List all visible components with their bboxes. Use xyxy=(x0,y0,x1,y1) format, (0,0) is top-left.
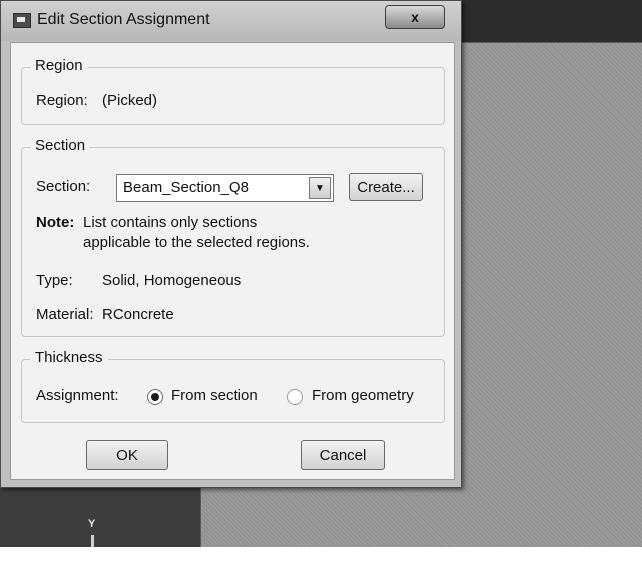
section-label: Section: xyxy=(36,178,91,195)
from-section-label[interactable]: From section xyxy=(171,387,258,404)
cancel-button[interactable]: Cancel xyxy=(301,440,385,470)
from-section-radio[interactable] xyxy=(147,389,163,405)
note-line-2: applicable to the selected regions. xyxy=(83,234,310,251)
dialog-title: Edit Section Assignment xyxy=(37,11,210,28)
viewport-triad-area xyxy=(0,488,200,547)
viewport-toolbar-area xyxy=(462,0,642,42)
triad-y-axis xyxy=(91,535,94,547)
note-label: Note: xyxy=(36,214,75,231)
region-value: (Picked) xyxy=(102,92,158,109)
section-group: Section Section: Beam_Section_Q8 ▼ Creat… xyxy=(21,137,445,337)
section-select[interactable]: Beam_Section_Q8 ▼ xyxy=(116,174,334,202)
note-line-1: List contains only sections xyxy=(83,214,258,231)
close-button[interactable]: x xyxy=(385,5,445,29)
window-icon xyxy=(13,13,31,28)
assignment-label: Assignment: xyxy=(36,387,119,404)
region-group-title: Region xyxy=(30,57,88,74)
thickness-group-title: Thickness xyxy=(30,349,108,366)
create-section-button[interactable]: Create... xyxy=(349,173,423,201)
thickness-group: Thickness Assignment: From section From … xyxy=(21,349,445,423)
edit-section-assignment-dialog: Edit Section Assignment x Region Region:… xyxy=(0,0,462,488)
type-label: Type: xyxy=(36,272,73,289)
dialog-body: Region Region: (Picked) Section Section:… xyxy=(10,42,455,480)
triad-y-label: Y xyxy=(88,518,96,530)
section-group-title: Section xyxy=(30,137,91,154)
material-label: Material: xyxy=(36,306,94,323)
region-group: Region Region: (Picked) xyxy=(21,57,445,125)
ok-button[interactable]: OK xyxy=(86,440,168,470)
from-geometry-label[interactable]: From geometry xyxy=(312,387,414,404)
from-geometry-radio[interactable] xyxy=(287,389,303,405)
region-label: Region: xyxy=(36,92,88,109)
chevron-down-icon[interactable]: ▼ xyxy=(309,177,331,199)
material-value: RConcrete xyxy=(102,306,174,323)
type-value: Solid, Homogeneous xyxy=(102,272,242,289)
page-margin xyxy=(0,547,642,565)
section-select-value: Beam_Section_Q8 xyxy=(123,179,249,196)
dialog-titlebar[interactable]: Edit Section Assignment x xyxy=(1,1,461,41)
